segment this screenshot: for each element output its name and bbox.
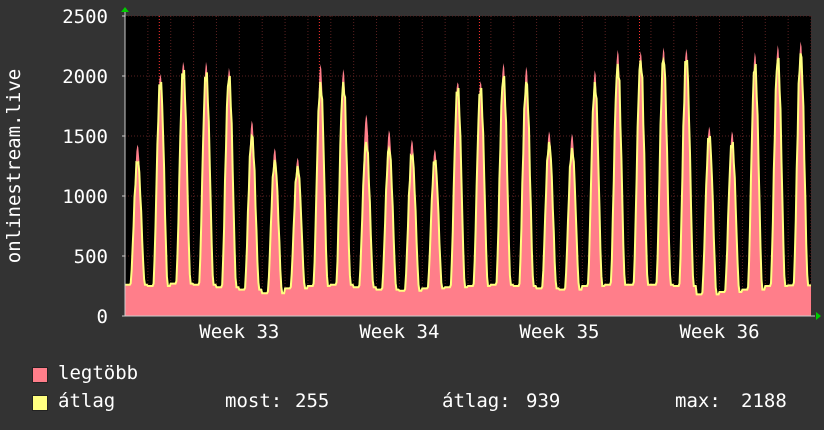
y-tick-label: 1500: [62, 126, 108, 148]
y-axis-arrow-icon: [121, 7, 129, 12]
y-tick-label: 2000: [62, 66, 108, 88]
y-axis-label: onlinestream.live: [3, 69, 25, 263]
x-tick-label: Week 36: [679, 321, 759, 343]
y-tick-label: 500: [74, 246, 108, 268]
x-tick-label: Week 34: [359, 321, 439, 343]
stat-avg-label: átlag:: [442, 390, 511, 412]
legend-label-avg: átlag: [58, 390, 116, 412]
stat-max-label: max:: [675, 390, 721, 412]
x-tick-label: Week 35: [519, 321, 599, 343]
x-axis-arrow-icon: [816, 312, 821, 320]
y-tick-label: 2500: [62, 6, 108, 28]
y-tick-label: 0: [97, 306, 108, 328]
legend-label-max: legtöbb: [58, 362, 139, 384]
y-axis-ticks: 0 500 1000 1500 2000 2500: [62, 6, 125, 328]
stat-now-value: 255: [295, 390, 330, 412]
legend-swatch-max: [32, 367, 48, 383]
stat-max-value: 2188: [741, 390, 787, 412]
y-tick-label: 1000: [62, 186, 108, 208]
x-tick-label: Week 33: [199, 321, 279, 343]
legend-swatch-avg: [32, 395, 48, 411]
stat-avg-value: 939: [526, 390, 561, 412]
stat-now-label: most:: [225, 390, 283, 412]
